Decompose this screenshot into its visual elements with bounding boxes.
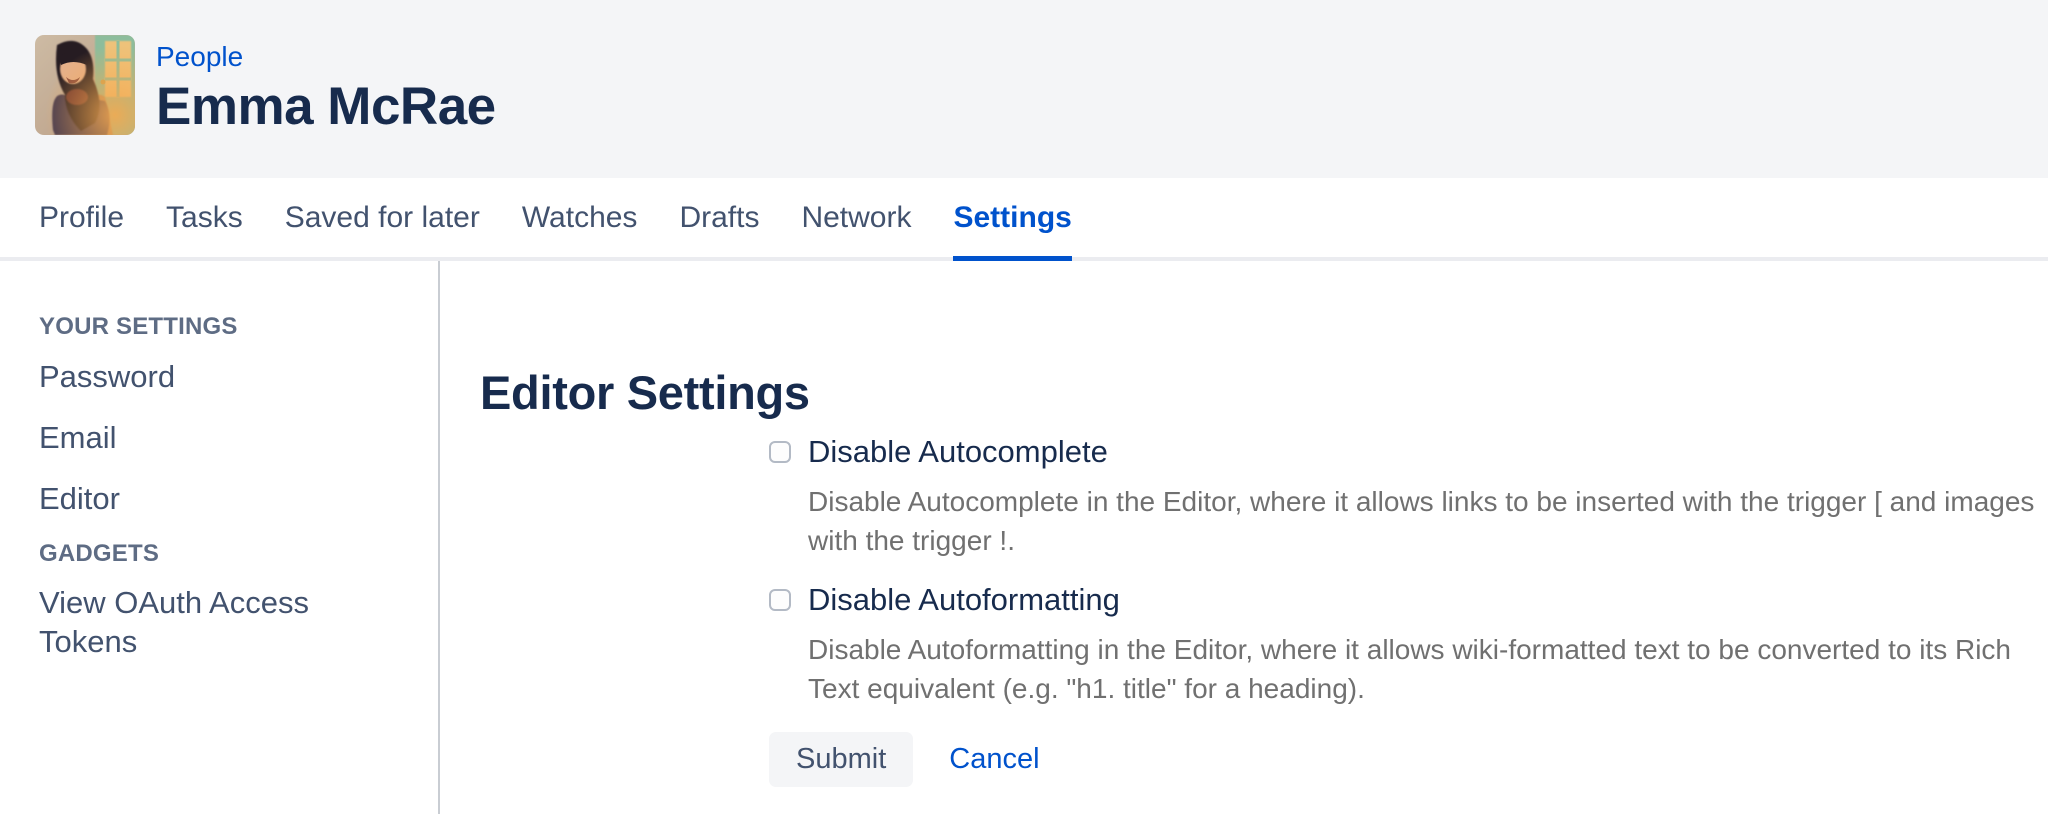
profile-tabbar: Profile Tasks Saved for later Watches Dr…	[0, 178, 2048, 261]
disable-autoformatting-label[interactable]: Disable Autoformatting	[808, 580, 1120, 620]
disable-autoformatting-checkbox[interactable]	[769, 589, 791, 611]
sidebar-section-your-settings: YOUR SETTINGS	[39, 313, 408, 341]
sidebar-item-email[interactable]: Email	[39, 418, 324, 458]
field-disable-autocomplete: Disable Autocomplete Disable Autocomplet…	[769, 432, 2048, 560]
checkbox-row: Disable Autocomplete	[769, 432, 2048, 472]
disable-autocomplete-checkbox[interactable]	[769, 441, 791, 463]
profile-header: People Emma McRae	[0, 0, 2048, 178]
disable-autocomplete-description: Disable Autocomplete in the Editor, wher…	[808, 482, 2040, 560]
tab-settings[interactable]: Settings	[953, 178, 1071, 257]
cancel-link[interactable]: Cancel	[949, 743, 1039, 776]
tab-saved-for-later[interactable]: Saved for later	[285, 178, 480, 257]
submit-button[interactable]: Submit	[769, 732, 913, 787]
tab-network[interactable]: Network	[801, 178, 911, 257]
settings-sidebar: YOUR SETTINGS Password Email Editor GADG…	[0, 261, 440, 814]
sidebar-item-editor[interactable]: Editor	[39, 479, 324, 519]
editor-settings-content: Editor Settings Disable Autocomplete Dis…	[440, 261, 2048, 814]
sidebar-item-view-oauth-access-tokens[interactable]: View OAuth Access Tokens	[39, 583, 324, 661]
people-settings-page: People Emma McRae Profile Tasks Saved fo…	[0, 0, 2048, 818]
tab-watches[interactable]: Watches	[522, 178, 638, 257]
header-text: People Emma McRae	[156, 35, 496, 138]
content-title: Editor Settings	[480, 368, 2048, 418]
tab-drafts[interactable]: Drafts	[679, 178, 759, 257]
disable-autocomplete-label[interactable]: Disable Autocomplete	[808, 432, 1108, 472]
user-name-title: Emma McRae	[156, 76, 496, 138]
tab-profile[interactable]: Profile	[39, 178, 124, 257]
checkbox-row: Disable Autoformatting	[769, 580, 2048, 620]
tab-tasks[interactable]: Tasks	[166, 178, 243, 257]
people-breadcrumb-link[interactable]: People	[156, 40, 243, 74]
sidebar-section-gadgets: GADGETS	[39, 540, 408, 568]
avatar	[35, 35, 135, 135]
field-disable-autoformatting: Disable Autoformatting Disable Autoforma…	[769, 580, 2048, 708]
disable-autoformatting-description: Disable Autoformatting in the Editor, wh…	[808, 630, 2040, 708]
form-buttons: Submit Cancel	[769, 732, 2048, 787]
editor-settings-form: Disable Autocomplete Disable Autocomplet…	[769, 432, 2048, 787]
sidebar-item-password[interactable]: Password	[39, 357, 324, 397]
avatar-photo-illustration	[35, 35, 135, 135]
page-body: YOUR SETTINGS Password Email Editor GADG…	[0, 261, 2048, 814]
